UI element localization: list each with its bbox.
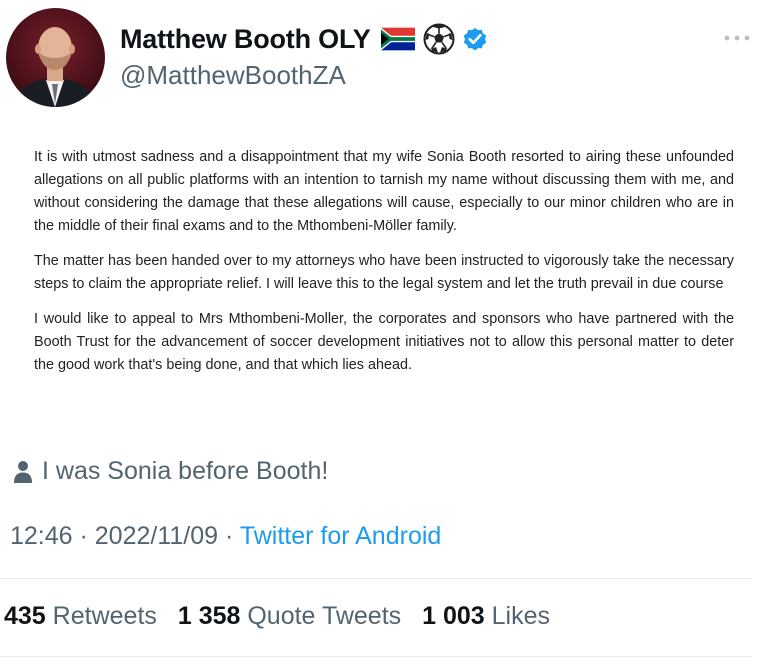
display-name[interactable]: Matthew Booth OLY: [120, 24, 371, 55]
user-handle[interactable]: @MatthewBoothZA: [120, 60, 346, 91]
tweet-card: Matthew Booth OLY @MatthewBoothZA It is …: [0, 0, 768, 667]
retweets-label: Retweets: [52, 602, 157, 630]
likes-count: 1 003: [422, 602, 485, 630]
retweets-count: 435: [4, 602, 46, 630]
south-africa-flag-icon: [380, 27, 415, 51]
likes-stat[interactable]: 1 003 Likes: [422, 602, 550, 630]
tweet-source-link[interactable]: Twitter for Android: [240, 522, 441, 550]
tweet-meta: 12:46 · 2022/11/09 · Twitter for Android: [10, 522, 441, 551]
more-options-icon[interactable]: [720, 28, 754, 48]
person-icon: [14, 460, 32, 483]
quote-tweets-label: Quote Tweets: [247, 602, 402, 630]
tweet-date[interactable]: 2022/11/09: [95, 522, 218, 550]
quote-tweets-count: 1 358: [177, 602, 241, 630]
soccer-ball-icon: [423, 23, 455, 55]
image-hint-text: I was Sonia before Booth!: [42, 457, 329, 485]
meta-separator: ·: [72, 522, 95, 550]
statement-paragraph-2: The matter has been handed over to my at…: [34, 253, 734, 292]
tweet-time[interactable]: 12:46: [10, 522, 73, 550]
avatar[interactable]: [6, 8, 105, 107]
verified-badge-icon[interactable]: [461, 25, 489, 53]
retweets-stat[interactable]: 435 Retweets: [4, 602, 157, 630]
divider: [0, 578, 752, 579]
statement-paragraph-3: I would like to appeal to Mrs Mthombeni-…: [34, 311, 734, 373]
meta-separator: ·: [218, 522, 240, 550]
statement-image[interactable]: It is with utmost sadness and a disappoi…: [34, 146, 734, 389]
quote-tweets-stat[interactable]: 1 358 Quote Tweets: [178, 602, 401, 630]
name-row: Matthew Booth OLY: [120, 23, 489, 55]
divider: [0, 656, 752, 657]
image-hint-row: I was Sonia before Booth!: [12, 457, 328, 486]
likes-label: Likes: [491, 602, 550, 630]
tweet-stats: 435 Retweets 1 358 Quote Tweets 1 003 Li…: [4, 602, 564, 631]
statement-paragraph-1: It is with utmost sadness and a disappoi…: [34, 149, 734, 234]
avatar-photo: [6, 8, 105, 107]
